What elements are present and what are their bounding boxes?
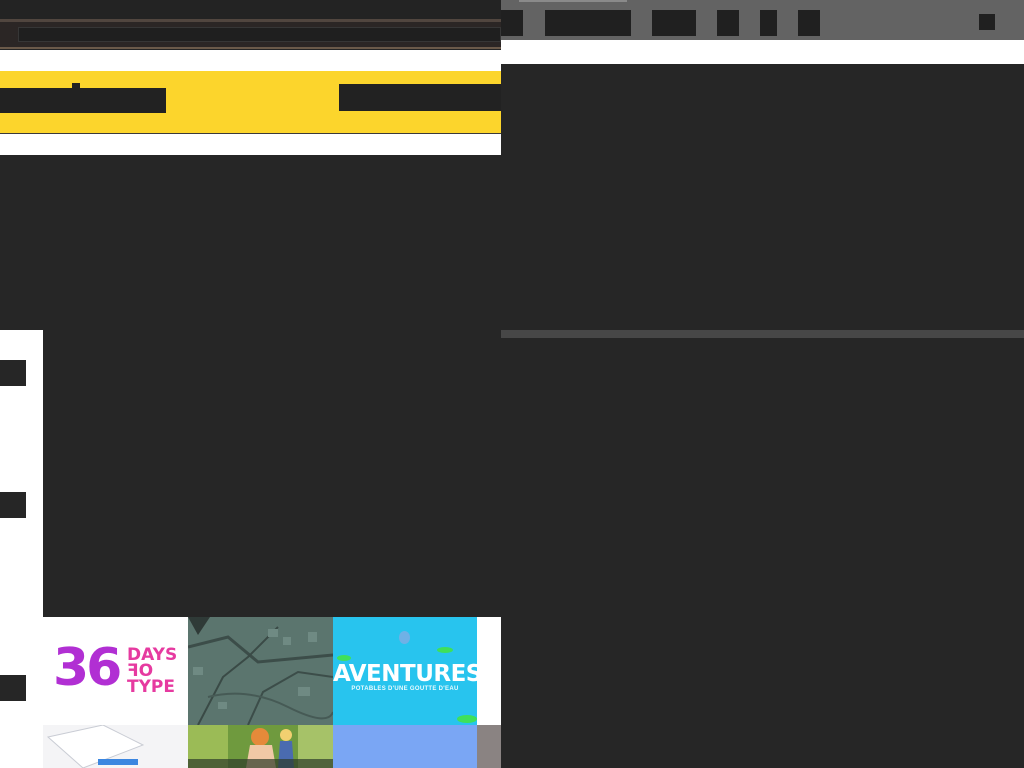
toolbar-button-3[interactable] (652, 10, 696, 36)
site-logo-mark (72, 83, 80, 91)
right-toolbar (501, 0, 1024, 40)
tile-36-word-of: OF (127, 661, 154, 682)
gallery-tile-36-days-of-type[interactable]: 36 DAYS OF TYPE (43, 617, 188, 725)
water-drop-icon (399, 631, 410, 644)
right-window (501, 0, 1024, 768)
right-address-bar[interactable] (501, 40, 1024, 64)
gallery-tile-photo[interactable] (188, 725, 333, 768)
gallery-tile-aventures[interactable]: AVENTURES POTABLES D'UNE GOUTTE D'EAU (333, 617, 477, 725)
city-map-image (188, 617, 333, 725)
rail-button-2[interactable] (0, 492, 26, 518)
hero-area (0, 155, 501, 330)
pane-divider-handle[interactable] (501, 330, 1024, 338)
toolbar-button-2[interactable] (545, 10, 631, 36)
sub-header-strip (0, 134, 501, 155)
gallery-tile-gray[interactable] (477, 725, 501, 768)
close-icon[interactable] (979, 14, 995, 30)
toolbar-button-4[interactable] (717, 10, 739, 36)
leaf-icon (457, 715, 477, 723)
site-header (0, 71, 501, 134)
tile-aventures-title: AVENTURES (333, 661, 477, 687)
address-input[interactable] (18, 27, 501, 42)
content-panel (43, 330, 501, 617)
rail-button-1[interactable] (0, 360, 26, 386)
tile-36-number: 36 (53, 638, 122, 698)
site-logo[interactable] (0, 88, 166, 113)
tile-36-words: DAYS OF TYPE (127, 646, 177, 698)
gallery-tile-blue[interactable] (333, 725, 477, 768)
tile-36-word-type: TYPE (127, 677, 175, 698)
phone-mockup-image (43, 725, 188, 768)
tile-aventures-subtitle: POTABLES D'UNE GOUTTE D'EAU (351, 686, 459, 692)
left-title-bar (0, 0, 501, 19)
leaf-icon (437, 647, 453, 653)
toolbar-button-1[interactable] (501, 10, 523, 36)
left-browser-window: 36 DAYS OF TYPE AVENTURES POTABLES D'UNE… (0, 0, 501, 768)
right-pane-top (501, 64, 1024, 330)
bookmarks-strip (0, 50, 501, 72)
project-gallery: 36 DAYS OF TYPE AVENTURES POTABLES D'UNE… (43, 617, 501, 768)
header-search-field[interactable] (339, 84, 501, 111)
right-pane-bottom (501, 338, 1024, 768)
side-rail (0, 330, 43, 768)
active-tab-indicator (519, 0, 627, 2)
toolbar-button-6[interactable] (798, 10, 820, 36)
left-url-bar (0, 19, 501, 49)
gallery-tile-edge (477, 617, 501, 725)
rail-button-3[interactable] (0, 675, 26, 701)
gallery-tile-map[interactable] (188, 617, 333, 725)
gallery-tile-phone[interactable] (43, 725, 188, 768)
toolbar-button-5[interactable] (760, 10, 777, 36)
illustration-photo-image (188, 725, 333, 768)
